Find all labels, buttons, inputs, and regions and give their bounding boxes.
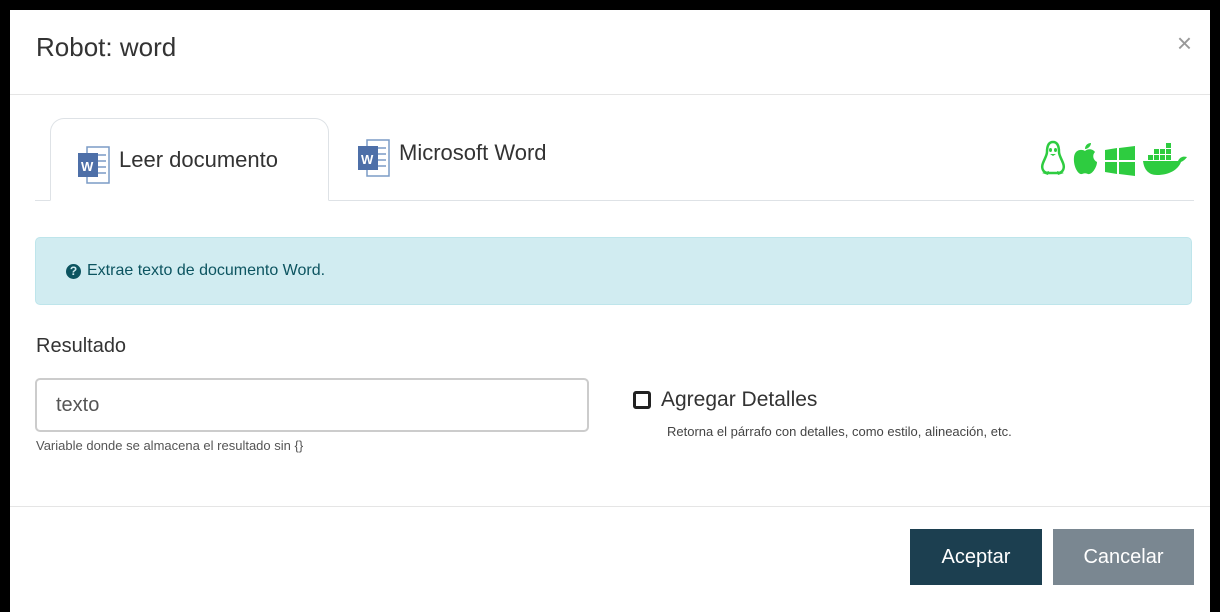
add-details-checkbox[interactable] — [633, 391, 651, 409]
modal-footer: Aceptar Cancelar — [10, 506, 1210, 612]
add-details-help-text: Retorna el párrafo con detalles, como es… — [667, 424, 1012, 439]
robot-modal: Robot: word × W Leer documento W Microso… — [10, 10, 1210, 612]
apple-icon — [1073, 143, 1097, 175]
word-icon: W — [358, 139, 390, 177]
info-alert: ? Extrae texto de documento Word. — [35, 237, 1192, 305]
cancel-button[interactable]: Cancelar — [1053, 529, 1194, 585]
tab-bar: W Leer documento W Microsoft Word — [35, 118, 1194, 201]
linux-icon — [1040, 140, 1066, 175]
tab-label: Leer documento — [119, 146, 278, 172]
svg-text:W: W — [361, 152, 374, 167]
modal-header: Robot: word × — [10, 10, 1210, 95]
result-input[interactable] — [35, 378, 589, 432]
result-help-text: Variable donde se almacena el resultado … — [36, 438, 304, 453]
accept-button[interactable]: Aceptar — [910, 529, 1042, 585]
info-text: Extrae texto de documento Word. — [87, 262, 326, 279]
question-circle-icon: ? — [66, 263, 81, 279]
add-details-option[interactable]: Agregar Detalles — [633, 388, 817, 412]
close-button[interactable]: × — [1177, 30, 1192, 56]
os-support-icons — [1040, 140, 1188, 176]
svg-text:W: W — [81, 159, 94, 174]
modal-title: Robot: word — [36, 32, 177, 62]
result-label: Resultado — [36, 335, 127, 357]
tab-leer-documento[interactable]: W Leer documento — [50, 118, 329, 201]
tab-label: Microsoft Word — [399, 140, 547, 165]
docker-icon — [1143, 143, 1187, 175]
add-details-label[interactable]: Agregar Detalles — [661, 388, 817, 412]
tab-microsoft-word[interactable]: W Microsoft Word — [357, 112, 547, 194]
word-icon: W — [78, 145, 110, 184]
windows-icon — [1105, 146, 1135, 176]
